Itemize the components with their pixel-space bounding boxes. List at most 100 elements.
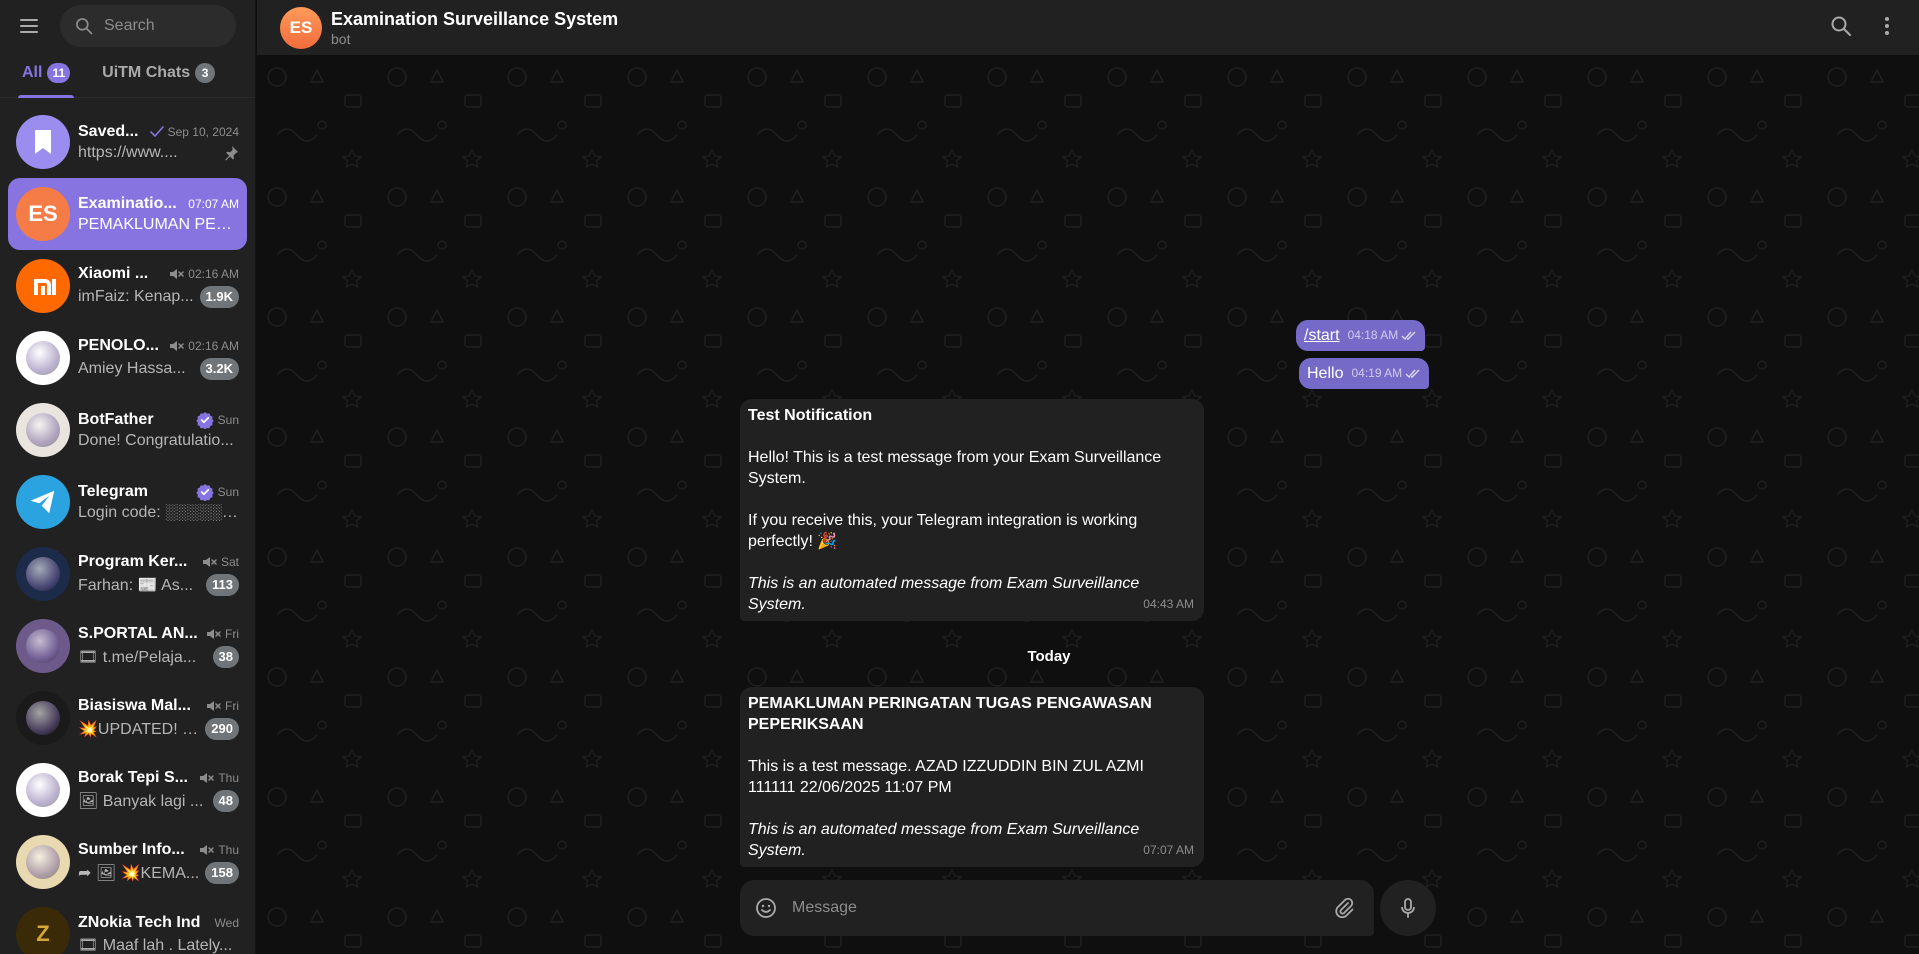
chat-list-item-body: Biasiswa Mal... Fri 💥UPDATED! S... 290 [78,697,239,740]
command-link[interactable]: /start [1304,325,1340,346]
chat-title: Examination Surveillance System [331,8,619,29]
chat-list-item-header: Xiaomi ... 02:16 AM [78,265,239,283]
chat-list-item[interactable]: BotFather Sun Done! Congratulatio... [8,394,247,466]
paper-plane-icon [30,490,55,514]
chat-list-item[interactable]: Xiaomi ... 02:16 AM imFaiz: Kenap... 1.9K [8,250,247,322]
chat-list-item-header: Examinatio... 07:07 AM [78,195,239,213]
unread-badge: 1.9K [199,285,239,308]
chat-list-item-preview-row: Done! Congratulatio... [78,432,239,450]
search-icon [76,18,93,35]
search-icon[interactable] [1829,14,1853,38]
chat-time: Wed [214,915,239,930]
message-title: Test Notification [748,407,873,424]
avatar: Z [16,907,70,954]
chat-list-item[interactable]: S.PORTAL AN... Fri 🎞 t.me/Pelaja... 38 [8,610,247,682]
search-input[interactable]: Search [60,5,236,47]
message-footer: This is an automated message from Exam S… [748,575,1140,613]
chat-name: Program Ker... [78,552,188,570]
chat-list-item[interactable]: PENOLO... 02:16 AM Amiey Hassa... 3.2K [8,322,247,394]
chat-list-item-preview-row: 🎞 t.me/Pelaja... 38 [78,645,239,668]
muted-icon [207,700,221,711]
incoming-message[interactable]: Test Notification Hello! This is a test … [740,399,1204,621]
tab-all[interactable]: All 11 [18,63,75,98]
chat-list-item-body: PENOLO... 02:16 AM Amiey Hassa... 3.2K [78,337,239,380]
microphone-icon [1401,898,1415,918]
chat-list-item-preview-row: 🎞 Maaf lah . Lately... [78,935,239,954]
emoji-icon[interactable] [754,896,778,920]
tab-uitm-chats[interactable]: UiTM Chats 3 [98,63,219,97]
muted-icon [200,844,215,855]
chat-time: Fri [225,626,239,641]
hamburger-menu-icon[interactable] [20,14,44,38]
avatar[interactable]: ES [280,6,322,49]
message-time: 07:07 AM [1143,843,1194,857]
message-footer: This is an automated message from Exam S… [748,821,1140,859]
unread-badge: 158 [205,861,239,884]
message-title: PEMAKLUMAN PERINGATAN TUGAS PENGAWASAN P… [748,695,1152,733]
chat-preview: https://www.... [78,143,178,161]
chat-list-item-header: Biasiswa Mal... Fri [78,697,239,715]
avatar-image [26,845,60,879]
chat-list-item[interactable]: Telegram Sun Login code: ░░░░░. ... [8,466,247,538]
chat-preview: PEMAKLUMAN PER... [78,215,239,233]
chat-time: Thu [218,770,239,785]
chat-time: 02:16 AM [188,266,239,281]
read-check-icon [149,125,164,137]
avatar [16,259,70,313]
message-text: Hello [1307,365,1344,382]
chat-name: Xiaomi ... [78,264,149,282]
muted-icon [170,268,185,279]
chat-name: Biasiswa Mal... [78,696,191,714]
chat-preview: ➦ 🖼 💥KEMA... [78,864,200,882]
bookmark-icon [35,130,51,154]
message-text: This is a test message. AZAD IZZUDDIN BI… [748,758,1144,796]
avatar [16,619,70,673]
double-check-icon [1405,369,1420,378]
avatar-initials: Z [36,921,50,946]
chat-list-item-header: Program Ker... Sat [78,553,239,571]
chat-header[interactable]: ES Examination Surveillance System bot [257,0,1919,55]
chat-list-item[interactable]: Z ZNokia Tech Ind Wed 🎞 Maaf lah . Lately..… [8,898,247,954]
outgoing-message[interactable]: /start 04:18 AM [1296,320,1426,351]
unread-badge: 48 [212,789,239,812]
message-area[interactable]: /start 04:18 AM Hello 04:19 AM Test Noti… [257,55,1919,954]
avatar [16,475,70,529]
message-meta: 04:19 AM [1351,363,1421,384]
header-actions [1829,14,1899,38]
chat-time: Thu [218,842,239,857]
unread-badge: 3.2K [199,357,239,380]
chat-list-item-preview-row: Amiey Hassa... 3.2K [78,357,239,380]
avatar: ES [16,187,70,241]
avatar-image [26,701,60,735]
chat-list-item-body: Telegram Sun Login code: ░░░░░. ... [78,483,239,522]
chat-list-item-preview-row: PEMAKLUMAN PER... [78,216,239,234]
more-options-icon[interactable] [1875,14,1899,38]
chat-list-item[interactable]: Sumber Info... Thu ➦ 🖼 💥KEMA... 158 [8,826,247,898]
verified-icon [195,411,214,429]
outgoing-message[interactable]: Hello 04:19 AM [1299,358,1430,389]
attach-icon[interactable] [1332,896,1356,920]
message-composer[interactable]: Message [740,880,1374,936]
incoming-message[interactable]: PEMAKLUMAN PERINGATAN TUGAS PENGAWASAN P… [740,687,1204,867]
message-time: 04:19 AM [1351,366,1403,380]
chat-list-item-header: Borak Tepi S... Thu [78,769,239,787]
message-text: If you receive this, your Telegram integ… [748,512,1138,550]
tab-count-badge: 3 [195,63,216,83]
voice-record-button[interactable] [1380,880,1436,936]
chat-list-item-preview-row: ➦ 🖼 💥KEMA... 158 [78,861,239,884]
avatar [16,691,70,745]
avatar-image [26,629,60,663]
chat-header-info[interactable]: Examination Surveillance System bot [331,9,618,47]
chat-list-item[interactable]: ES Examinatio... 07:07 AM PEMAKLUMAN PER... [8,178,247,250]
chat-list-item-preview-row: 💥UPDATED! S... 290 [78,717,239,740]
message-input[interactable]: Message [792,899,1318,917]
chat-list-item[interactable]: Program Ker... Sat Farhan: 📰 As... 113 [8,538,247,610]
unread-badge: 113 [206,573,239,596]
pin-icon [225,145,238,160]
message-time: 04:18 AM [1347,328,1399,342]
chat-list-item[interactable]: Borak Tepi S... Thu 🖼 Banyak lagi ... 48 [8,754,247,826]
chat-list-item-preview-row: Login code: ░░░░░. ... [78,504,239,522]
chat-list-item[interactable]: Saved... Sep 10, 2024 https://www.... [8,106,247,178]
chat-list-item[interactable]: Biasiswa Mal... Fri 💥UPDATED! S... 290 [8,682,247,754]
chat-list-item-header: S.PORTAL AN... Fri [78,625,239,643]
